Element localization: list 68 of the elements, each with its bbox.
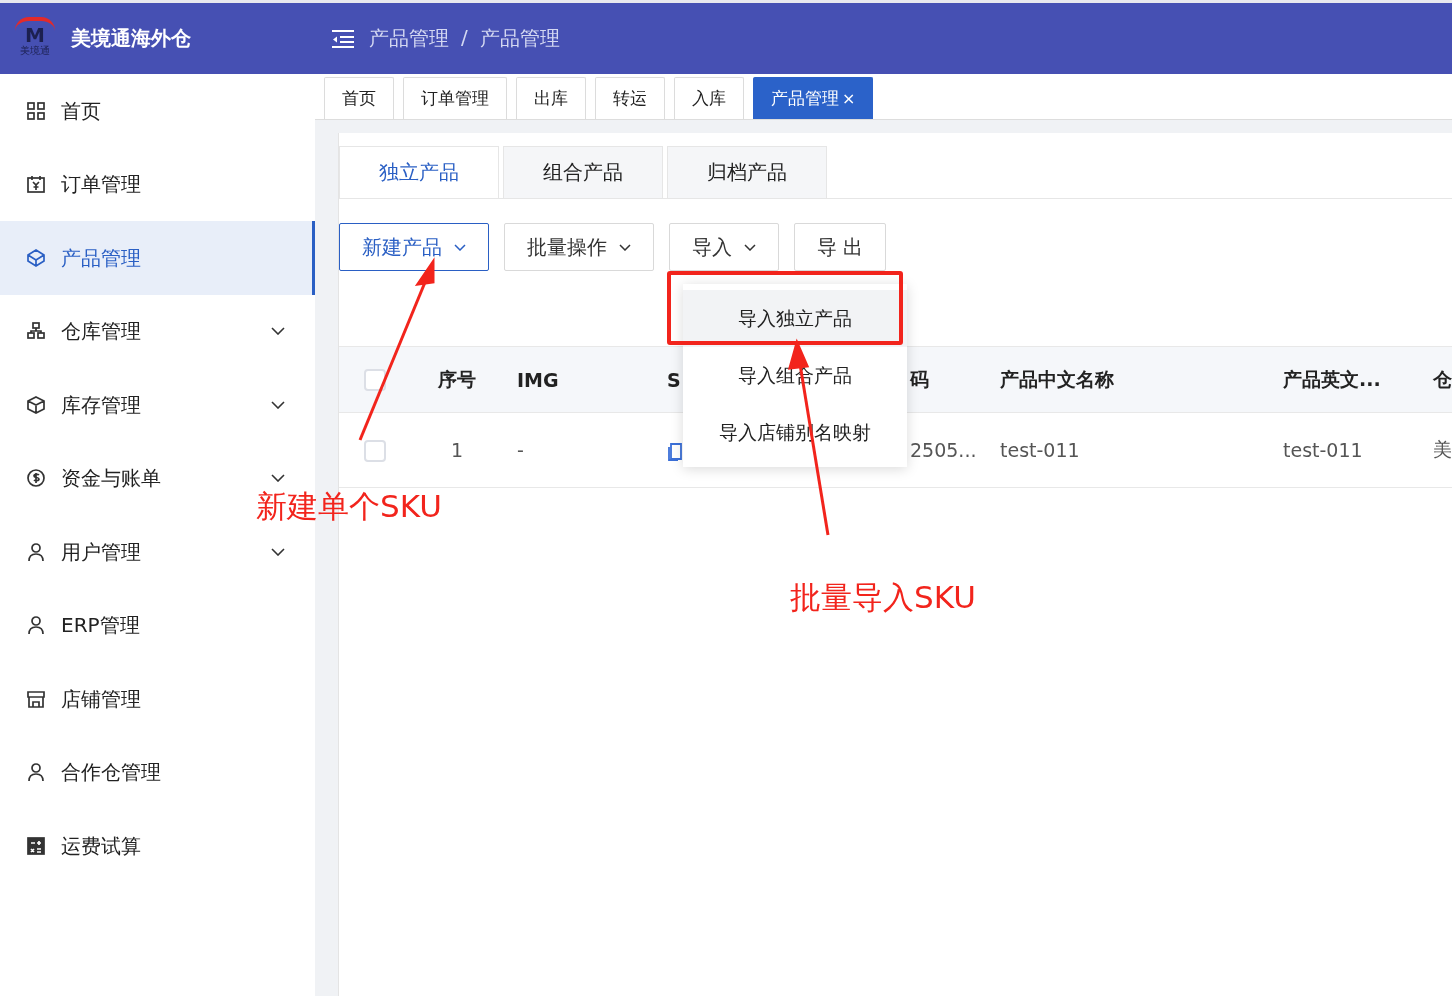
- column-header: IMG: [517, 368, 559, 391]
- page-tab[interactable]: 订单管理: [403, 77, 507, 119]
- checkbox[interactable]: [364, 369, 386, 392]
- checkbox[interactable]: [364, 439, 386, 462]
- sidebar-item[interactable]: 产品管理: [0, 221, 315, 295]
- page-tab[interactable]: 产品管理 ×: [753, 77, 874, 119]
- breadcrumb-item[interactable]: 产品管理: [479, 25, 560, 52]
- tab[interactable]: 归档产品: [667, 146, 827, 198]
- logo: M 美境通: [15, 16, 55, 61]
- column-header: S: [667, 368, 681, 391]
- copy-icon[interactable]: [667, 441, 683, 462]
- page-tab[interactable]: 出库: [516, 77, 586, 119]
- tab[interactable]: 组合产品: [503, 146, 663, 198]
- column-header: 仓: [1433, 367, 1452, 390]
- close-icon[interactable]: ×: [842, 89, 856, 108]
- user-icon: [26, 762, 46, 783]
- sidebar-item[interactable]: 仓库管理: [26, 320, 285, 343]
- page-tab[interactable]: 入库: [674, 77, 744, 119]
- chevron-down-icon: [271, 474, 285, 483]
- sidebar-item[interactable]: ERP管理: [26, 614, 285, 637]
- toolbar-button[interactable]: 导 出: [794, 223, 887, 271]
- sidebar-item[interactable]: 店铺管理: [26, 687, 285, 710]
- menu-item[interactable]: 导入独立产品: [683, 290, 907, 347]
- caret-icon: [744, 243, 756, 251]
- sidebar-item[interactable]: 首页: [26, 99, 285, 122]
- grid-icon: [26, 100, 46, 121]
- caret-icon: [454, 243, 466, 251]
- chevron-down-icon: [271, 400, 285, 409]
- annotation-text: 批量导入SKU: [790, 582, 976, 613]
- table-cell: 2505...: [910, 439, 977, 461]
- table-cell: 美: [1433, 438, 1452, 460]
- sidebar-item[interactable]: 库存管理: [26, 393, 285, 416]
- breadcrumb-separator: /: [461, 25, 468, 51]
- dollar-icon: [26, 468, 46, 489]
- column-header: 序号: [438, 367, 476, 390]
- toolbar-button[interactable]: 导入: [669, 223, 779, 271]
- toolbar-button[interactable]: 新建产品: [339, 223, 489, 271]
- app-title: 美境通海外仓: [71, 25, 191, 52]
- page-tab[interactable]: 转运: [595, 77, 665, 119]
- cube-icon: [26, 247, 46, 268]
- calculator-icon: [26, 835, 46, 856]
- sidebar-item[interactable]: 合作仓管理: [26, 761, 285, 784]
- table-cell: 1: [450, 439, 464, 461]
- table-cell: -: [517, 439, 524, 461]
- caret-icon: [619, 243, 631, 251]
- column-header: 码: [910, 367, 929, 390]
- breadcrumb-item[interactable]: 产品管理: [369, 25, 449, 52]
- hierarchy-icon: [26, 321, 46, 342]
- box-icon: [26, 394, 46, 415]
- table-cell: test-011: [1283, 439, 1363, 461]
- shop-icon: [26, 688, 46, 709]
- chevron-down-icon: [271, 547, 285, 556]
- sidebar-item[interactable]: 运费试算: [26, 834, 285, 857]
- sidebar-item[interactable]: 用户管理: [26, 540, 285, 563]
- user-icon: [26, 615, 46, 636]
- tab[interactable]: 独立产品: [339, 146, 499, 198]
- page-tab[interactable]: 首页: [324, 77, 394, 119]
- annotation-text: 新建单个SKU: [256, 491, 442, 522]
- toolbar-button[interactable]: 批量操作: [504, 223, 654, 271]
- calendar-icon: [26, 174, 46, 195]
- sidebar-item[interactable]: 资金与账单: [26, 467, 285, 490]
- sidebar-item[interactable]: 订单管理: [26, 173, 285, 196]
- column-header: 产品中文名称: [1000, 367, 1114, 390]
- chevron-down-icon: [271, 327, 285, 336]
- table-cell: test-011: [1000, 439, 1080, 461]
- column-header: 产品英文...: [1283, 367, 1381, 390]
- menu-icon[interactable]: [331, 28, 355, 49]
- user-icon: [26, 541, 46, 562]
